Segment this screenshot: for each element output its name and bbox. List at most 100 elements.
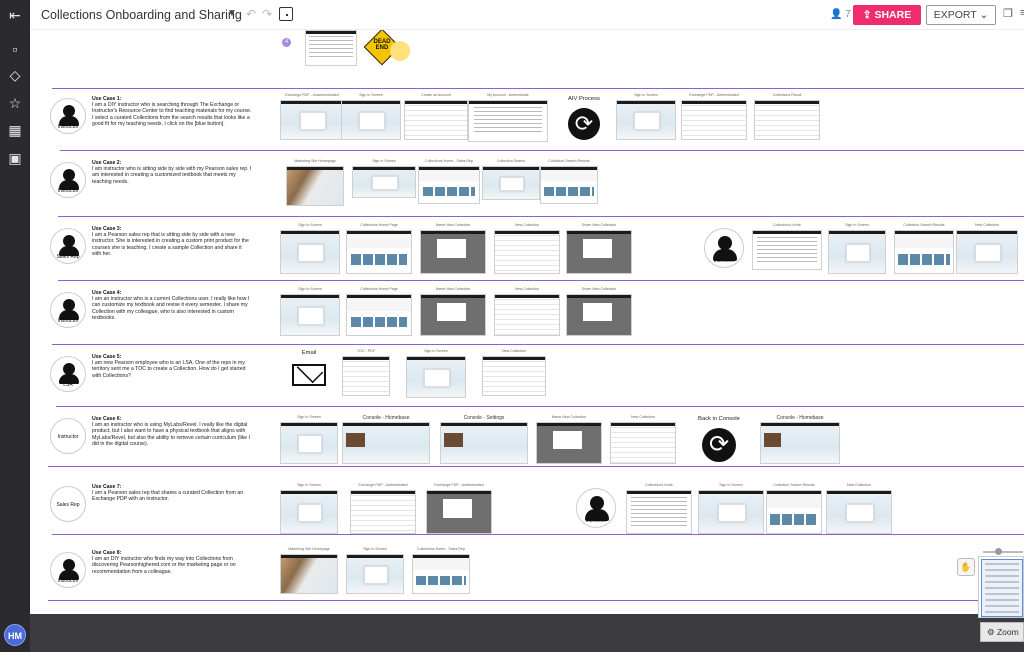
user-avatar[interactable]: HM: [4, 624, 26, 646]
screen-thumbnail[interactable]: Console - Settings: [440, 415, 528, 464]
screen-caption: Create an Account: [421, 93, 451, 97]
screen-thumbnail[interactable]: Collection's Invite: [752, 223, 822, 270]
sticky-note-icon[interactable]: ▫: [6, 40, 24, 58]
export-label: EXPORT: [933, 9, 977, 21]
screen-thumbnail[interactable]: Sign In Screen: [828, 223, 886, 274]
sticky-note[interactable]: [390, 41, 410, 61]
screen-thumbnail[interactable]: Collections Home - Sales Rep: [418, 159, 480, 204]
screen-thumbnail[interactable]: Collections Home - Sales Rep: [412, 547, 470, 594]
screen-thumbnail[interactable]: Collection Search Results: [894, 223, 954, 274]
screen-preview: [418, 166, 480, 204]
screen-thumbnail[interactable]: New Collection: [610, 415, 676, 464]
screen-preview: [341, 100, 401, 140]
hand-tool-icon[interactable]: ✋: [957, 558, 975, 576]
screen-thumbnail[interactable]: Collections Home Page: [346, 287, 412, 336]
screen-thumbnail[interactable]: Exchange PDP - Authenticated: [350, 483, 416, 534]
screen-thumbnail[interactable]: Sign In Screen: [698, 483, 764, 534]
persona-avatar[interactable]: Instructor: [50, 418, 86, 454]
screen-thumbnail[interactable]: Sign In Screen: [346, 547, 404, 594]
screen-thumbnail[interactable]: Marketing Site Homepage: [280, 547, 338, 594]
screen-thumbnail[interactable]: New Collection: [956, 223, 1018, 274]
screen-thumbnail[interactable]: Sign In Screen: [406, 349, 466, 398]
persona-avatar[interactable]: LSA: [50, 356, 86, 392]
screen-preview: [468, 100, 548, 142]
zoom-slider[interactable]: [983, 548, 1023, 555]
minimap[interactable]: [978, 556, 1024, 618]
screen-thumbnail[interactable]: Console - Homebase: [342, 415, 430, 464]
screen-thumbnail[interactable]: Sign In Screen: [352, 159, 416, 198]
screen-thumbnail[interactable]: New Collection: [826, 483, 892, 534]
screen-caption: Exchange PDP - Authenticated: [689, 93, 739, 97]
persona-avatar[interactable]: Instructor: [50, 292, 86, 328]
screen-thumbnail[interactable]: Sign In Screen: [280, 287, 340, 336]
screen-thumbnail[interactable]: Sign In Screen: [280, 415, 338, 464]
screen-caption: Console - Settings: [463, 415, 505, 421]
zoom-button[interactable]: ⚙ Zoom: [980, 622, 1024, 642]
screen-thumbnail[interactable]: Share New Collection: [566, 223, 632, 274]
screen-thumbnail[interactable]: My Account - Authenticate: [468, 93, 548, 142]
persona-avatar[interactable]: Instructor: [50, 552, 86, 588]
persona-avatar[interactable]: Sales Rep: [50, 228, 86, 264]
use-case-description: I am a Pearson sales rep that is sitting…: [92, 232, 249, 257]
chevron-down-icon[interactable]: ▼: [227, 8, 237, 19]
screen-thumbnail[interactable]: Create an Account: [404, 93, 468, 140]
use-case-row: Sales Rep Use Case 3: I am a Pearson sales…: [30, 218, 1024, 282]
frame-icon[interactable]: [279, 7, 293, 21]
image-icon[interactable]: ▣: [6, 149, 24, 167]
screen-thumbnail[interactable]: Name New Collection: [420, 287, 486, 336]
sync-cycle-icon[interactable]: ⟳: [568, 108, 600, 140]
screen-thumbnail[interactable]: Collections Result: [754, 93, 820, 140]
screen-caption: Collections Result: [772, 93, 802, 97]
collaborators-count[interactable]: 👤 7: [830, 9, 851, 20]
screen-thumbnail[interactable]: Exchange PDP - Unauthenticated: [280, 93, 344, 140]
screen-caption: Name New Collection: [435, 223, 471, 227]
star-icon[interactable]: ☆: [6, 94, 24, 112]
sync-cycle-icon[interactable]: ⟳: [702, 428, 736, 462]
minimap-viewport[interactable]: [981, 559, 1023, 617]
persona-avatar[interactable]: Instructor: [50, 98, 86, 134]
screen-thumbnail[interactable]: Collection Search Results: [766, 483, 822, 534]
row-divider: [58, 280, 1024, 281]
screen-caption: New Collection: [515, 223, 539, 227]
instructor-persona-icon[interactable]: Instructor: [704, 228, 744, 268]
exit-icon[interactable]: ⇤: [6, 6, 24, 24]
export-button[interactable]: EXPORT ⌄: [926, 5, 996, 25]
redo-icon[interactable]: ↷: [262, 7, 272, 21]
screen-thumbnail[interactable]: Collection Search: [482, 159, 540, 200]
screen-thumbnail[interactable]: Name New Collection: [420, 223, 486, 274]
screen-thumbnail[interactable]: New Collection: [494, 287, 560, 336]
screen-thumbnail[interactable]: Sign In Screen: [280, 483, 338, 534]
screen-thumbnail[interactable]: Collection's Invite: [626, 483, 692, 534]
screen-thumbnail[interactable]: Name New Collection: [536, 415, 602, 464]
screen-thumbnail[interactable]: TOC - PDF: [342, 349, 390, 396]
screen-preview: [752, 230, 822, 270]
shapes-icon[interactable]: ◇: [6, 66, 24, 84]
screen-thumbnail[interactable]: Collection Search Results: [540, 159, 598, 204]
screen-thumbnail[interactable]: Sign In Screen: [616, 93, 676, 140]
row-divider: [58, 216, 1024, 217]
screen-thumbnail[interactable]: Marketing Site Homepage: [286, 159, 344, 206]
board-canvas[interactable]: 4 DEAD END Instructor Use Case 1: I am a D…: [30, 30, 1024, 614]
persona-avatar[interactable]: Sales Rep: [50, 486, 86, 522]
screen-thumbnail[interactable]: Console - Homebase: [760, 415, 840, 464]
screen-thumbnail[interactable]: Sign In Screen: [280, 223, 340, 274]
screen-thumbnail[interactable]: Exchange PDP - Authenticated: [681, 93, 747, 140]
screen-preview: [482, 356, 546, 396]
screen-thumbnail[interactable]: Exchange PDP - Authenticated: [426, 483, 492, 534]
screen-thumbnail[interactable]: Share New Collection: [566, 287, 632, 336]
undo-icon[interactable]: ↶: [246, 7, 256, 21]
menu-icon[interactable]: ≡: [1020, 7, 1024, 21]
instructor-persona-icon[interactable]: Instructor: [576, 488, 616, 528]
grid-icon[interactable]: ▦: [6, 121, 24, 139]
screen-thumbnail[interactable]: Sign In Screen: [341, 93, 401, 140]
screen-thumbnail[interactable]: New Collection: [494, 223, 560, 274]
board-title[interactable]: Collections Onboarding and Sharing: [41, 8, 242, 22]
screen-caption: Marketing Site Homepage: [288, 547, 330, 551]
persona-avatar[interactable]: Instructor: [50, 162, 86, 198]
share-button[interactable]: ⇪ SHARE: [853, 5, 921, 25]
screen-thumbnail[interactable]: Collections Home Page: [346, 223, 412, 274]
comments-icon[interactable]: ❐: [1003, 7, 1017, 21]
screen-thumbnail[interactable]: [305, 30, 357, 66]
screen-thumbnail[interactable]: New Collection: [482, 349, 546, 396]
email-icon[interactable]: [292, 364, 326, 386]
